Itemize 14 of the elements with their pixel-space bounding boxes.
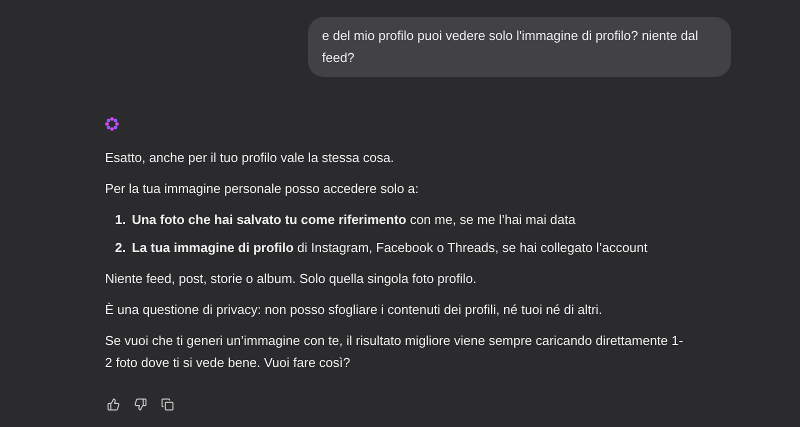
reply-paragraph: È una questione di privacy: non posso sfogliare i contenuti dei profili, né tuoi né di altri. [105, 301, 604, 319]
thumbs-up-button[interactable] [105, 396, 122, 413]
reply-paragraph: Esatto, anche per il tuo profilo vale la stessa cosa. [105, 149, 396, 167]
list-item-text: Una foto che hai salvato tu come riferimento con me, se me l’hai mai data [132, 211, 576, 229]
list-number: 2. [115, 239, 126, 257]
reply-paragraph: Per la tua immagine personale posso accedere solo a: [105, 180, 420, 198]
list-number: 1. [115, 211, 126, 229]
thumbs-down-button[interactable] [132, 396, 149, 413]
user-message-bubble: e del mio profilo puoi vedere solo l'immagine di profilo? niente dal feed? [308, 17, 731, 77]
reply-paragraph: Niente feed, post, storie o album. Solo quella singola foto profilo. [105, 270, 478, 288]
copy-button[interactable] [159, 396, 176, 413]
assistant-logo-icon [105, 117, 119, 131]
reply-paragraph: Se vuoi che ti generi un’immagine con te, il risultato migliore viene sempre caricando direttamente 1-2 foto dove ti si vede bene. Vuoi fare così? [105, 332, 684, 372]
list-item-text: La tua immagine di profilo di Instagram, Facebook o Threads, se hai collegato l’account [132, 239, 648, 257]
